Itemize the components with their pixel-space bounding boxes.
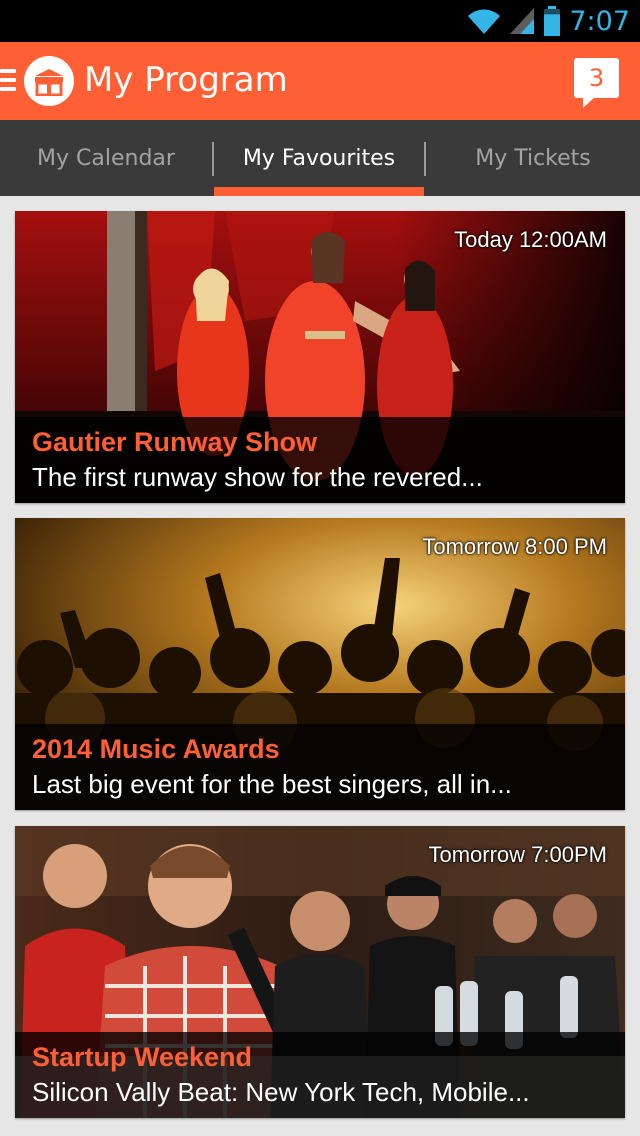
event-caption: 2014 Music Awards Last big event for the…: [15, 724, 625, 810]
event-title: 2014 Music Awards: [32, 734, 280, 764]
app-logo[interactable]: [24, 56, 74, 106]
notification-count: 3: [588, 64, 605, 92]
event-title: Startup Weekend: [32, 1042, 253, 1072]
tab-label: My Tickets: [475, 145, 591, 171]
wifi-icon: [468, 9, 501, 34]
chat-bubble-icon[interactable]: 3: [574, 58, 619, 108]
event-description: Last big event for the best singers, all…: [32, 769, 512, 799]
gift-box-icon: [35, 69, 63, 96]
app-bar: My Program 3: [0, 42, 640, 120]
battery-icon: [544, 6, 561, 36]
event-caption: Startup Weekend Silicon Vally Beat: New …: [15, 1032, 625, 1118]
event-caption: Gautier Runway Show The first runway sho…: [15, 417, 625, 503]
tab-label: My Favourites: [242, 145, 396, 171]
signal-icon: [510, 8, 535, 34]
event-time: Tomorrow 7:00PM: [428, 842, 607, 867]
event-card-startup-weekend[interactable]: Tomorrow 7:00PM Startup Weekend Silicon …: [15, 826, 625, 1118]
event-time: Tomorrow 8:00 PM: [422, 534, 607, 559]
page-title: My Program: [84, 60, 288, 100]
status-bar: 7:07: [0, 0, 640, 42]
event-description: Silicon Vally Beat: New York Tech, Mobil…: [32, 1077, 530, 1107]
hamburger-icon[interactable]: [0, 69, 16, 93]
status-icons: 7:07: [467, 4, 630, 38]
tab-my-tickets[interactable]: My Tickets: [426, 120, 640, 196]
event-card-music-awards[interactable]: Tomorrow 8:00 PM 2014 Music Awards Last …: [15, 518, 625, 810]
event-description: The first runway show for the revered...: [32, 462, 483, 492]
tab-label: My Calendar: [37, 145, 175, 171]
tab-my-favourites[interactable]: My Favourites: [214, 120, 424, 196]
tab-my-calendar[interactable]: My Calendar: [0, 120, 212, 196]
active-tab-indicator: [214, 187, 424, 196]
event-card-runway[interactable]: Today 12:00AM Gautier Runway Show The fi…: [15, 211, 625, 503]
status-time: 7:07: [569, 5, 630, 37]
tab-bar: My Calendar My Favourites My Tickets: [0, 120, 640, 196]
event-time: Today 12:00AM: [454, 227, 607, 252]
event-title: Gautier Runway Show: [32, 427, 318, 457]
